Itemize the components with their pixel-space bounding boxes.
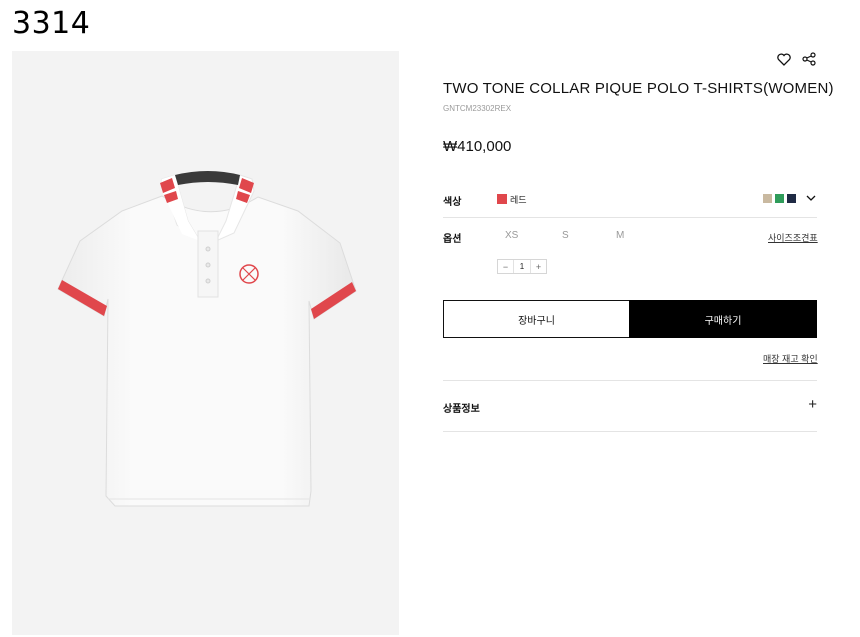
selected-color-chip bbox=[497, 194, 507, 204]
size-chart-link[interactable]: 사이즈조견표 bbox=[768, 231, 818, 244]
size-option-xs[interactable]: XS bbox=[505, 230, 518, 241]
divider bbox=[443, 217, 817, 218]
option-label: 옵션 bbox=[443, 234, 462, 245]
polo-shirt-illustration bbox=[57, 171, 357, 507]
product-info-label: 상품정보 bbox=[443, 404, 480, 415]
product-image bbox=[12, 51, 399, 635]
quantity-stepper: − 1 + bbox=[497, 259, 547, 274]
add-to-cart-button[interactable]: 장바구니 bbox=[443, 300, 630, 338]
quantity-minus-button[interactable]: − bbox=[498, 260, 513, 273]
page-id: 3314 bbox=[12, 6, 91, 41]
product-title: TWO TONE COLLAR PIQUE POLO T-SHIRTS(WOME… bbox=[443, 80, 834, 97]
quantity-plus-button[interactable]: + bbox=[531, 260, 546, 273]
product-code: GNTCM23302REX bbox=[443, 104, 512, 113]
color-swatch-green[interactable] bbox=[775, 194, 784, 203]
color-label: 색상 bbox=[443, 197, 462, 208]
product-info-accordion[interactable]: 상품정보 + bbox=[443, 390, 817, 422]
product-price: ₩410,000 bbox=[443, 138, 512, 155]
chevron-down-icon[interactable] bbox=[804, 191, 818, 205]
divider bbox=[443, 431, 817, 432]
color-swatch-navy[interactable] bbox=[787, 194, 796, 203]
heart-icon[interactable] bbox=[775, 50, 793, 68]
quantity-value[interactable]: 1 bbox=[513, 260, 531, 273]
color-swatch-beige[interactable] bbox=[763, 194, 772, 203]
store-stock-link[interactable]: 매장 재고 확인 bbox=[763, 352, 818, 365]
selected-color-name: 레드 bbox=[510, 195, 527, 205]
buy-now-button[interactable]: 구매하기 bbox=[629, 300, 817, 338]
divider bbox=[443, 380, 817, 381]
plus-icon[interactable]: + bbox=[808, 396, 817, 413]
size-option-s[interactable]: S bbox=[562, 230, 569, 241]
share-icon[interactable] bbox=[800, 50, 818, 68]
size-option-m[interactable]: M bbox=[616, 230, 624, 241]
